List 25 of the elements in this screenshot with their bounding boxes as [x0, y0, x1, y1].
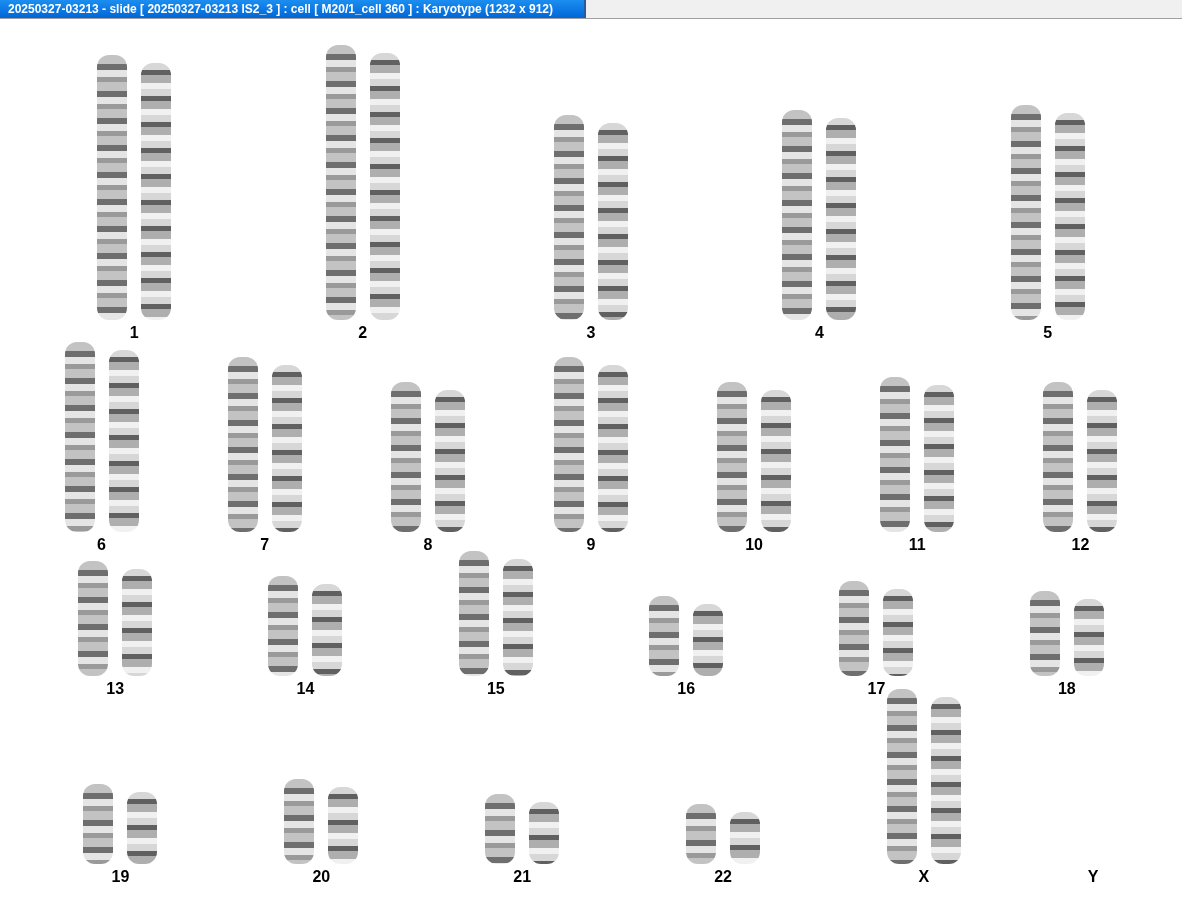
- chromosome-label: 15: [486, 680, 505, 699]
- chromosome-label: 4: [814, 324, 824, 343]
- chromosome-label: 1: [129, 324, 139, 343]
- chromosome-label: 21: [513, 868, 532, 887]
- chromosome-label: 19: [111, 868, 130, 887]
- chromosome-label: 8: [423, 536, 433, 555]
- chromosome-label: 12: [1071, 536, 1090, 555]
- chromosome-label: 22: [714, 868, 732, 887]
- chromosome-label: 11: [908, 536, 926, 555]
- chromosome-label: 18: [1057, 680, 1076, 699]
- chromosome-label: 7: [260, 536, 270, 555]
- chromosome-label: 5: [1043, 324, 1053, 343]
- chromosome-label: X: [918, 868, 930, 887]
- chromosome-label: 16: [677, 680, 696, 699]
- chromosome-label: 6: [97, 536, 106, 555]
- window-title: 20250327-03213 - slide [ 20250327-03213 IS2_3 ] : cell [ M20/1_cell 360 ] : Karyotype (1232 x 912): [0, 0, 586, 18]
- chromosome-label: 20: [312, 868, 331, 887]
- chromosome-label: Y: [1087, 868, 1099, 887]
- chromosome-label: 10: [745, 536, 763, 555]
- chromosome-label: 14: [296, 680, 315, 699]
- chromosome-label: 3: [586, 324, 596, 343]
- chromosome-label: 13: [106, 680, 125, 699]
- chromosome-label: 9: [586, 536, 596, 555]
- chromosome-label: 17: [867, 680, 886, 699]
- chromosome-label: 2: [358, 324, 368, 343]
